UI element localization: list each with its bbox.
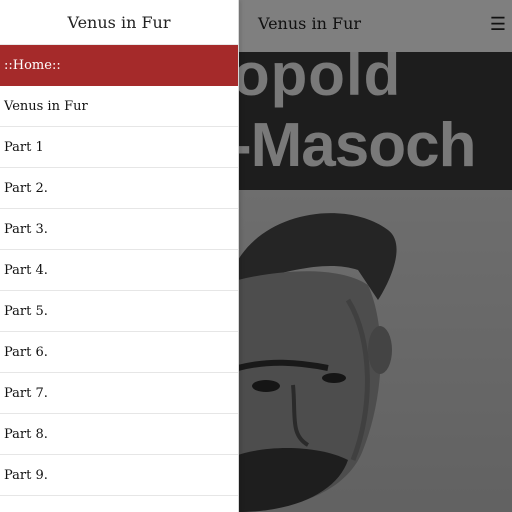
drawer-item-part-8[interactable]: Part 8. <box>0 414 238 455</box>
drawer-item-part-6[interactable]: Part 6. <box>0 332 238 373</box>
drawer-item-part-3[interactable]: Part 3. <box>0 209 238 250</box>
drawer-item-part-2[interactable]: Part 2. <box>0 168 238 209</box>
drawer-item-home[interactable]: ::Home:: <box>0 45 238 86</box>
drawer-item-part-1[interactable]: Part 1 <box>0 127 238 168</box>
drawer-scrim[interactable] <box>238 0 512 512</box>
drawer-title: Venus in Fur <box>0 0 238 45</box>
navigation-drawer: Venus in Fur ::Home:: Venus in Fur Part … <box>0 0 239 512</box>
drawer-item-venus-in-fur[interactable]: Venus in Fur <box>0 86 238 127</box>
drawer-menu: ::Home:: Venus in Fur Part 1 Part 2. Par… <box>0 45 238 496</box>
drawer-item-part-4[interactable]: Part 4. <box>0 250 238 291</box>
drawer-item-part-7[interactable]: Part 7. <box>0 373 238 414</box>
drawer-item-part-5[interactable]: Part 5. <box>0 291 238 332</box>
drawer-item-part-9[interactable]: Part 9. <box>0 455 238 496</box>
